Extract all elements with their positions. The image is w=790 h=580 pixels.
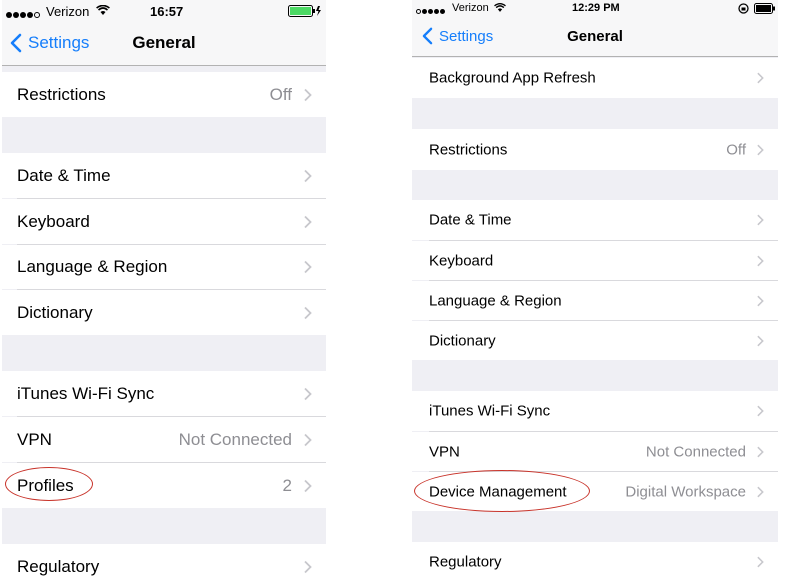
row-label: Background App Refresh <box>429 69 596 87</box>
page-title: General <box>567 28 623 45</box>
settings-row-itunes-wifi-sync[interactable]: iTunes Wi-Fi Sync <box>412 391 778 431</box>
left-phone-screen: Verizon 16:57 Settings General Restricti… <box>2 0 326 580</box>
settings-row-dictionary[interactable]: Dictionary <box>412 321 778 360</box>
page-title: General <box>132 33 196 52</box>
row-label: Dictionary <box>17 302 93 322</box>
settings-row-keyboard[interactable]: Keyboard <box>412 241 778 280</box>
signal-strength-icon <box>6 6 41 21</box>
chevron-right-icon <box>304 88 312 101</box>
row-label: Date & Time <box>429 211 512 229</box>
navigation-bar: Settings General <box>2 22 326 66</box>
row-label: Keyboard <box>17 211 90 231</box>
settings-row-regulatory[interactable]: Regulatory <box>412 542 778 580</box>
chevron-right-icon <box>757 335 764 346</box>
signal-strength-icon <box>416 5 446 17</box>
clock: 16:57 <box>150 4 184 19</box>
row-label: iTunes Wi-Fi Sync <box>17 383 155 403</box>
chevron-right-icon <box>757 486 764 497</box>
settings-row-vpn[interactable]: VPN Not Connected <box>2 417 326 462</box>
highlight-circle <box>414 470 590 512</box>
battery-icon <box>754 3 775 14</box>
chevron-right-icon <box>304 260 312 274</box>
wifi-icon <box>96 5 110 15</box>
carrier-name: Verizon <box>452 2 489 14</box>
chevron-right-icon <box>757 446 764 457</box>
chevron-right-icon <box>757 214 764 226</box>
row-detail-value: Not Connected <box>645 443 746 460</box>
settings-row-restrictions[interactable]: Restrictions Off <box>2 72 326 117</box>
row-label: Dictionary <box>429 332 496 349</box>
row-label: Language & Region <box>429 292 562 309</box>
chevron-right-icon <box>757 255 764 266</box>
row-label: iTunes Wi-Fi Sync <box>429 402 551 420</box>
settings-row-keyboard[interactable]: Keyboard <box>2 199 326 244</box>
chevron-right-icon <box>757 295 764 306</box>
navigation-bar: Settings General <box>412 18 778 57</box>
row-detail-value: Not Connected <box>178 429 292 449</box>
row-detail-value: 2 <box>282 475 292 495</box>
status-bar: Verizon 12:29 PM <box>412 0 778 18</box>
chevron-right-icon <box>304 560 312 573</box>
right-phone-screen: Verizon 12:29 PM Settings General Backgr… <box>412 0 778 580</box>
carrier-name: Verizon <box>46 4 90 19</box>
settings-row-date-time[interactable]: Date & Time <box>412 200 778 240</box>
chevron-right-icon <box>757 405 764 417</box>
row-label: Keyboard <box>429 252 494 269</box>
chevron-right-icon <box>304 215 312 228</box>
settings-row-language-region[interactable]: Language & Region <box>2 245 326 289</box>
highlight-circle <box>5 467 93 501</box>
row-label: Date & Time <box>17 165 111 185</box>
status-bar: Verizon 16:57 <box>2 0 326 22</box>
row-label: VPN <box>17 429 52 449</box>
row-label: Restrictions <box>17 84 106 104</box>
row-label: Restrictions <box>429 141 508 158</box>
settings-row-date-time[interactable]: Date & Time <box>2 153 326 198</box>
row-detail-value: Off <box>269 84 292 104</box>
settings-row-vpn[interactable]: VPN Not Connected <box>412 432 778 471</box>
chevron-right-icon <box>304 306 312 319</box>
chevron-right-icon <box>757 72 764 84</box>
settings-row-language-region[interactable]: Language & Region <box>412 281 778 320</box>
settings-row-regulatory[interactable]: Regulatory <box>2 544 326 580</box>
wifi-icon <box>494 3 506 12</box>
row-detail-value: Off <box>726 141 746 158</box>
chevron-right-icon <box>757 556 764 568</box>
settings-row-restrictions[interactable]: Restrictions Off <box>412 129 778 170</box>
chevron-right-icon <box>304 387 312 400</box>
row-label: VPN <box>429 443 460 460</box>
chevron-right-icon <box>304 433 312 446</box>
chevron-right-icon <box>304 479 312 492</box>
chevron-right-icon <box>757 144 764 155</box>
clock: 12:29 PM <box>572 2 620 14</box>
settings-row-dictionary[interactable]: Dictionary <box>2 290 326 335</box>
settings-row-itunes-wifi-sync[interactable]: iTunes Wi-Fi Sync <box>2 371 326 416</box>
row-label: Regulatory <box>429 553 502 571</box>
row-detail-value: Digital Workspace <box>625 483 746 500</box>
row-label: Regulatory <box>17 556 100 576</box>
battery-icon <box>288 5 321 17</box>
rotation-lock-icon <box>738 3 749 14</box>
row-label: Language & Region <box>17 257 168 276</box>
chevron-right-icon <box>304 169 312 182</box>
settings-row-background-app-refresh[interactable]: Background App Refresh <box>412 58 778 98</box>
